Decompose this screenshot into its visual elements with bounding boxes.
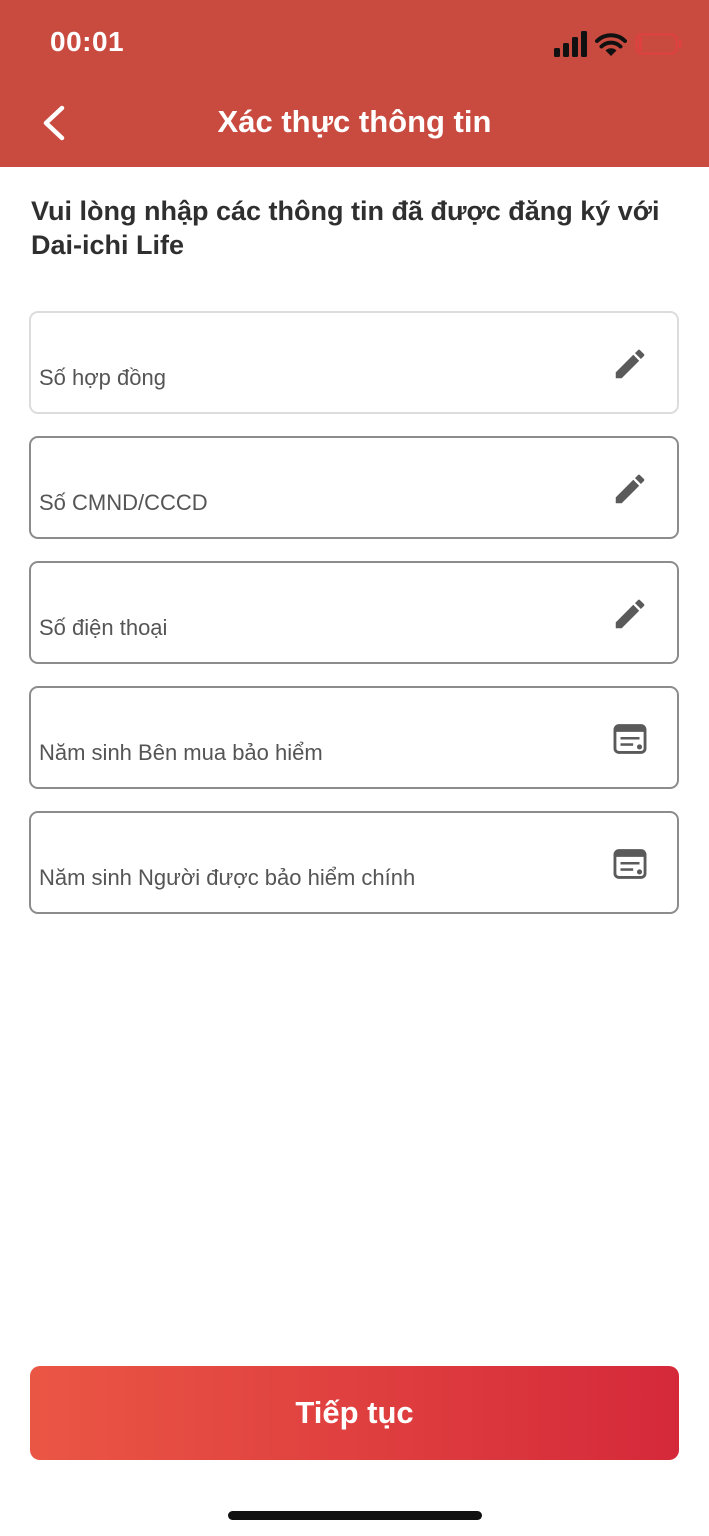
- pencil-icon: [615, 349, 645, 379]
- pencil-icon: [615, 474, 645, 504]
- continue-button[interactable]: Tiếp tục: [30, 1366, 679, 1460]
- contract-number-field[interactable]: Số hợp đồng: [29, 311, 679, 414]
- instruction-text: Vui lòng nhập các thông tin đã được đăng…: [31, 196, 660, 260]
- page-title: Xác thực thông tin: [217, 104, 492, 139]
- calendar-icon: [613, 724, 647, 754]
- status-time: 00:01: [50, 26, 125, 57]
- field-placeholder: Số điện thoại: [39, 615, 168, 640]
- field-placeholder: Năm sinh Người được bảo hiểm chính: [39, 865, 416, 890]
- field-placeholder: Số hợp đồng: [39, 365, 166, 390]
- home-indicator[interactable]: [228, 1511, 482, 1520]
- field-placeholder: Năm sinh Bên mua bảo hiểm: [39, 740, 323, 765]
- app-header: 00:01 Xác thực thông tin: [0, 0, 709, 167]
- field-placeholder: Số CMND/CCCD: [39, 490, 208, 515]
- battery-low-icon: [635, 33, 682, 55]
- cellular-signal-icon: [554, 31, 587, 57]
- phone-number-field[interactable]: Số điện thoại: [29, 561, 679, 664]
- calendar-icon: [613, 849, 647, 879]
- status-icons: [553, 30, 683, 58]
- policy-owner-birth-year-field[interactable]: Năm sinh Bên mua bảo hiểm: [29, 686, 679, 789]
- wifi-icon: [595, 33, 627, 56]
- insured-birth-year-field[interactable]: Năm sinh Người được bảo hiểm chính: [29, 811, 679, 914]
- pencil-icon: [615, 599, 645, 629]
- id-number-field[interactable]: Số CMND/CCCD: [29, 436, 679, 539]
